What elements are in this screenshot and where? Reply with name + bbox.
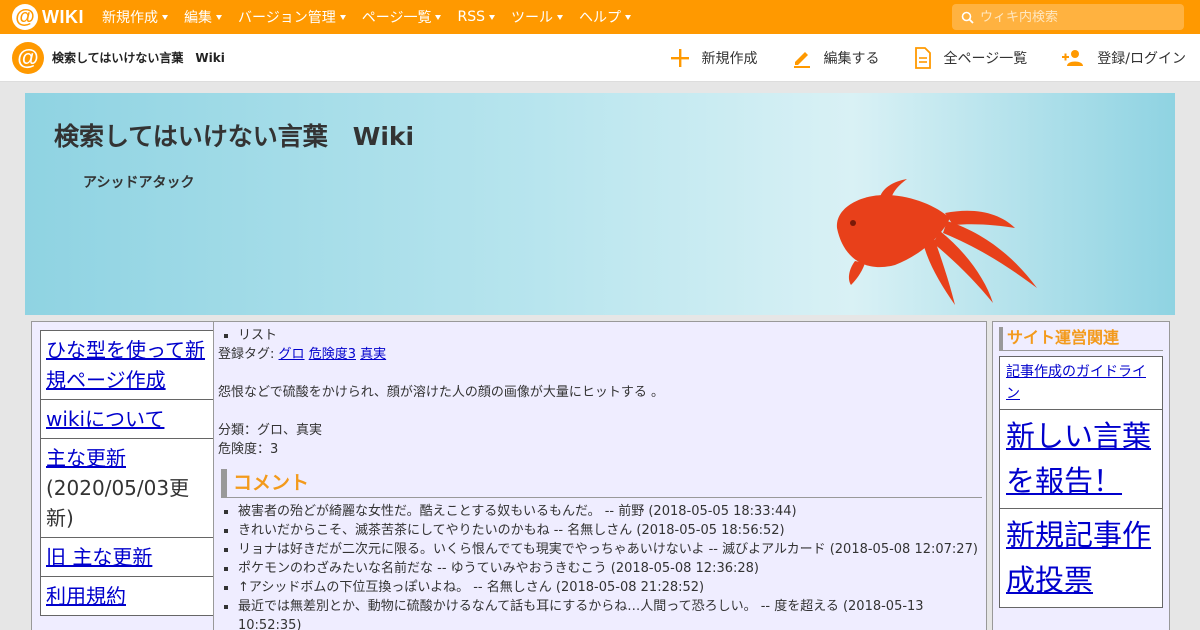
caret-down-icon: [624, 14, 631, 20]
caret-down-icon: [556, 14, 563, 20]
document-icon: [914, 47, 931, 69]
right-nav-table: 記事作成のガイドライン 新しい言葉を報告！ 新規記事作成投票: [999, 356, 1163, 608]
danger-line: 危険度：3: [218, 442, 279, 457]
comment-item: きれいだからこそ、滅茶苦茶にしてやりたいのかもね -- 名無しさん (2018-…: [238, 521, 982, 540]
menu-edit[interactable]: 編集: [176, 7, 230, 27]
new-page-button[interactable]: 新規作成: [670, 48, 758, 68]
top-navbar: @ WIKI 新規作成 編集 バージョン管理 ページ一覧 RSS ツール ヘルプ: [0, 0, 1200, 34]
list-item: リスト: [238, 326, 982, 345]
left-sidebar: ひな型を使って新規ページ作成 wikiについて 主な更新 (2020/05/03更…: [31, 321, 231, 630]
wiki-search: [952, 4, 1184, 30]
tags-line: 登録タグ: グロ 危険度3 真実: [218, 345, 982, 364]
header-actions: 新規作成 編集する 全ページ一覧 登録/ログイン: [636, 34, 1186, 82]
caret-down-icon: [216, 14, 222, 20]
goldfish-illustration: [836, 179, 1037, 305]
comment-heading: コメント: [221, 469, 982, 498]
comment-item: リョナは好きだが二次元に限る。いくら恨んでても現実でやっちゃあいけないよ -- …: [238, 540, 982, 559]
wiki-banner: 検索してはいけない言葉 Wiki アシッドアタック: [25, 93, 1175, 315]
right-sidebar: サイト運営関連 記事作成のガイドライン 新しい言葉を報告！ 新規記事作成投票: [992, 321, 1170, 630]
nav-cell: 利用規約: [40, 576, 222, 616]
menu-version[interactable]: バージョン管理: [230, 7, 354, 27]
tag-link-danger3[interactable]: 危険度3: [309, 347, 356, 362]
site-header: @ 検索してはいけない言葉 Wiki 新規作成 編集する 全ページ一覧 登録/ロ…: [0, 34, 1200, 82]
nav-main-updates[interactable]: 主な更新: [46, 446, 126, 470]
menu-new[interactable]: 新規作成: [94, 7, 176, 27]
tags-label: 登録タグ:: [218, 347, 275, 362]
comment-item: 被害者の殆どが綺麗な女性だ。酷えことする奴もいるもんだ。 -- 前野 (2018…: [238, 502, 982, 521]
menu-version-label: バージョン管理: [238, 10, 336, 26]
comment-list: 被害者の殆どが綺麗な女性だ。酷えことする奴もいるもんだ。 -- 前野 (2018…: [238, 502, 982, 630]
search-icon[interactable]: [960, 10, 974, 24]
caret-down-icon: [339, 14, 346, 20]
nav-cell: wikiについて: [40, 399, 222, 439]
description-text: 怨恨などで硫酸をかけられ、顔が溶けた人の顔の画像が大量にヒットする 。: [218, 385, 665, 400]
atwiki-logo[interactable]: @ WIKI: [12, 0, 84, 34]
at-logo-icon: @: [12, 4, 38, 30]
site-operations-heading: サイト運営関連: [999, 327, 1163, 351]
content-area: ひな型を使って新規ページ作成 wikiについて 主な更新 (2020/05/03更…: [25, 316, 1175, 630]
menu-rss-label: RSS: [457, 9, 485, 25]
update-date-note: (2020/05/03更新): [46, 476, 190, 530]
menu-pages[interactable]: ページ一覧: [354, 7, 450, 27]
tag-link-truth[interactable]: 真実: [360, 347, 386, 362]
site-title[interactable]: 検索してはいけない言葉 Wiki: [52, 49, 225, 66]
list-block: リスト: [238, 326, 982, 345]
caret-down-icon: [435, 14, 442, 20]
report-word-link[interactable]: 新しい言葉を報告！: [1006, 419, 1151, 498]
menu-tools[interactable]: ツール: [503, 7, 571, 27]
comment-item: ポケモンのわざみたいな名前だな -- ゆうていみやおうきむこう (2018-05…: [238, 559, 982, 578]
nav-terms[interactable]: 利用規約: [46, 584, 126, 608]
nav-old-updates[interactable]: 旧 主な更新: [46, 545, 152, 569]
nav-cell: 新規記事作成投票: [999, 508, 1163, 608]
new-page-label: 新規作成: [701, 51, 758, 67]
main-content: リスト 登録タグ: グロ 危険度3 真実 怨恨などで硫酸をかけられ、顔が溶けた人…: [213, 321, 987, 630]
left-nav-table: ひな型を使って新規ページ作成 wikiについて 主な更新 (2020/05/03更…: [40, 330, 222, 616]
all-pages-button[interactable]: 全ページ一覧: [914, 47, 1028, 69]
guideline-link[interactable]: 記事作成のガイドライン: [1006, 364, 1146, 402]
site-logo-icon[interactable]: @: [12, 41, 44, 74]
menu-edit-label: 編集: [184, 10, 212, 26]
caret-down-icon: [162, 14, 168, 20]
new-article-vote-link[interactable]: 新規記事作成投票: [1006, 518, 1151, 597]
menu-help-label: ヘルプ: [578, 10, 621, 26]
menu-tools-label: ツール: [510, 10, 553, 26]
add-user-icon: [1062, 50, 1084, 66]
all-pages-label: 全ページ一覧: [943, 51, 1028, 67]
nav-cell: ひな型を使って新規ページ作成: [40, 330, 222, 400]
logo-text: WIKI: [42, 6, 84, 27]
comment-item: ↑アシッドボムの下位互換っぽいよね。 -- 名無しさん (2018-05-08 …: [238, 578, 982, 597]
nav-cell: 旧 主な更新: [40, 537, 222, 577]
search-input[interactable]: [980, 9, 1180, 25]
nav-cell: 新しい言葉を報告！: [999, 409, 1163, 509]
menu-help[interactable]: ヘルプ: [571, 7, 639, 27]
edit-page-button[interactable]: 編集する: [792, 48, 880, 68]
plus-icon: [670, 49, 689, 67]
menu-rss[interactable]: RSS: [449, 7, 503, 27]
pencil-icon: [793, 52, 810, 68]
login-button[interactable]: 登録/ログイン: [1061, 48, 1186, 68]
nav-cell: 主な更新 (2020/05/03更新): [40, 438, 222, 538]
nav-about-wiki[interactable]: wikiについて: [46, 407, 164, 431]
category-line: 分類：グロ、真実: [218, 423, 323, 438]
nav-cell: 記事作成のガイドライン: [999, 356, 1163, 410]
comment-item: 最近では無差別とか、動物に硫酸かけるなんて話も耳にするからね…人間って恐ろしい。…: [238, 597, 982, 630]
menu-new-label: 新規作成: [102, 10, 158, 26]
page-title: アシッドアタック: [83, 175, 195, 191]
caret-down-icon: [488, 14, 495, 20]
top-menu: 新規作成 編集 バージョン管理 ページ一覧 RSS ツール ヘルプ: [94, 7, 639, 27]
login-label: 登録/ログイン: [1097, 51, 1186, 67]
tag-link-guro[interactable]: グロ: [279, 347, 305, 362]
edit-page-label: 編集する: [823, 51, 880, 67]
nav-new-page-template[interactable]: ひな型を使って新規ページ作成: [46, 338, 205, 392]
menu-pages-label: ページ一覧: [361, 10, 432, 26]
banner-title[interactable]: 検索してはいけない言葉 Wiki: [54, 117, 414, 153]
